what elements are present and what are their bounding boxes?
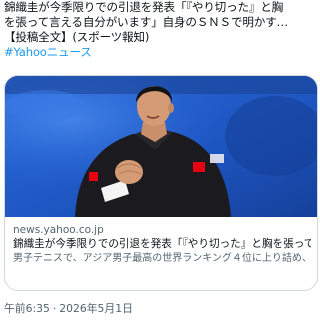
post-time: 午前6:35 (4, 302, 50, 315)
card-domain: news.yahoo.co.jp (13, 224, 104, 236)
post-text-line-3: 【投稿全文】(スポーツ報知) (4, 30, 150, 44)
post-date: 2026年5月1日 (59, 302, 133, 315)
card-description: 男子テニスで、アジア男子最高の世界ランキング４位に上り詰め、２０１４年全米では準… (13, 253, 311, 264)
card-image[interactable] (5, 76, 317, 217)
post-text-line-1: 錦織圭が今季限りでの引退を発表「『やり切った』と胸 (4, 0, 284, 14)
tweet-container: 錦織圭が今季限りでの引退を発表「『やり切った』と胸 を張って言える自分がいます」… (0, 0, 320, 320)
tennis-player-photo (5, 76, 317, 217)
card-title[interactable]: 錦織圭が今季限りでの引退を発表「『やり切った』と胸を張って言え... (13, 237, 311, 251)
link-card[interactable]: news.yahoo.co.jp 錦織圭が今季限りでの引退を発表「『やり切った』… (4, 75, 318, 291)
hashtag-link[interactable]: #Yahooニュース (4, 45, 92, 59)
post-text: 錦織圭が今季限りでの引退を発表「『やり切った』と胸 を張って言える自分がいます」… (4, 0, 318, 60)
card-meta: news.yahoo.co.jp 錦織圭が今季限りでの引退を発表「『やり切った』… (13, 223, 311, 266)
post-timestamp[interactable]: 午前6:35 · 2026年5月1日 (4, 302, 133, 316)
post-text-line-2: を張って言える自分がいます」自身のＳＮＳで明かす… (4, 15, 288, 29)
timestamp-separator: · (52, 302, 57, 315)
